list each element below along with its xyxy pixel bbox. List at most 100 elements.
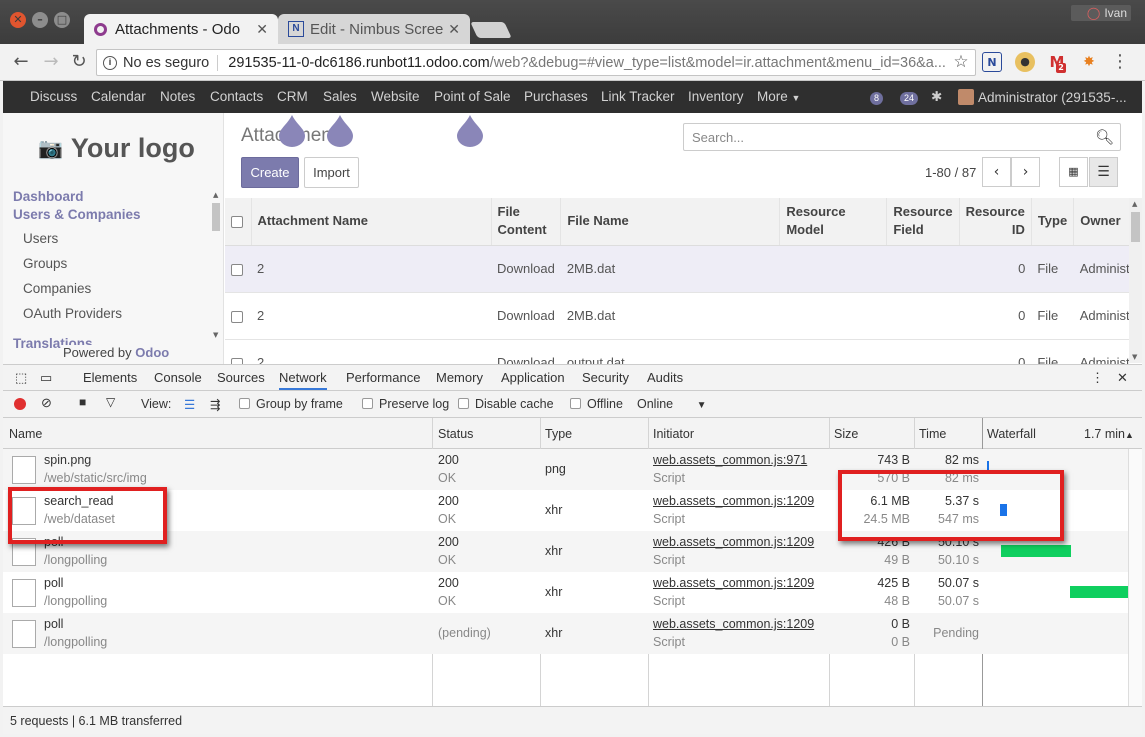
fox-extension-icon[interactable]: ✸ — [1079, 52, 1099, 72]
owl-extension-icon[interactable]: ● — [1015, 52, 1035, 72]
sidebar-item-dashboard[interactable]: Dashboard — [13, 189, 84, 204]
column-name[interactable]: Name — [9, 427, 42, 441]
tab-sources[interactable]: Sources — [217, 370, 265, 385]
profile-button[interactable]: ◯ Ivan — [1071, 5, 1131, 21]
network-row[interactable]: poll /longpolling 200 OK xhr web.assets_… — [3, 572, 1142, 613]
minimize-window-icon[interactable]: – — [32, 12, 48, 28]
table-row[interactable]: 2 Download 2MB.dat 0 File Administ — [225, 292, 1142, 340]
group-by-frame-checkbox[interactable]: Group by frame — [239, 397, 343, 411]
filter-icon[interactable]: ▽ — [106, 395, 115, 409]
activity-icon[interactable]: 8 — [870, 89, 884, 105]
menu-point-of-sale[interactable]: Point of Sale — [434, 89, 511, 104]
security-indicator[interactable]: i No es seguro — [97, 54, 219, 71]
tab-attachments[interactable]: Attachments - Odo ✕ — [84, 14, 278, 44]
waterfall-scale[interactable]: 1.7 min▲ — [1084, 427, 1134, 441]
column-size[interactable]: Size — [834, 427, 858, 441]
record-icon[interactable] — [14, 398, 26, 410]
sidebar-item-groups[interactable]: Groups — [23, 256, 67, 271]
search-icon[interactable]: 🔍︎ — [1095, 128, 1114, 146]
sidebar-scrollbar[interactable]: ▲ ▼ — [211, 191, 221, 341]
gmail-extension-icon[interactable]: M2 — [1047, 52, 1067, 73]
sidebar-item-oauth-providers[interactable]: OAuth Providers — [23, 306, 122, 321]
list-view-button[interactable]: ☰ — [1089, 157, 1118, 187]
chat-icon[interactable]: 24 — [900, 89, 919, 105]
menu-contacts[interactable]: Contacts — [210, 89, 263, 104]
tab-security[interactable]: Security — [582, 370, 629, 385]
tab-network[interactable]: Network — [279, 370, 327, 390]
row-checkbox[interactable] — [225, 292, 251, 340]
column-status[interactable]: Status — [438, 427, 473, 441]
close-window-icon[interactable]: ✕ — [10, 12, 26, 28]
menu-more[interactable]: More ▼ — [757, 89, 800, 104]
table-row[interactable]: 2 Download 2MB.dat 0 File Administ — [225, 245, 1142, 293]
menu-crm[interactable]: CRM — [277, 89, 308, 104]
tab-application[interactable]: Application — [501, 370, 565, 385]
disable-cache-checkbox[interactable]: Disable cache — [458, 397, 554, 411]
table-scrollbar[interactable]: ▲ ▼ — [1129, 198, 1142, 363]
menu-notes[interactable]: Notes — [160, 89, 195, 104]
download-link[interactable]: Download — [491, 339, 561, 364]
column-resource-model[interactable]: Resource Model — [779, 198, 888, 246]
menu-website[interactable]: Website — [371, 89, 420, 104]
offline-checkbox[interactable]: Offline — [570, 397, 623, 411]
menu-kebab-icon[interactable]: ⋮ — [1109, 52, 1131, 72]
menu-inventory[interactable]: Inventory — [688, 89, 744, 104]
forward-arrow-icon[interactable]: → — [40, 52, 62, 72]
pager-value[interactable]: 1-80 / 87 — [925, 159, 976, 187]
network-scrollbar[interactable] — [1128, 449, 1142, 706]
initiator-link[interactable]: web.assets_common.js:1209 — [653, 576, 814, 590]
tab-audits[interactable]: Audits — [647, 370, 683, 385]
row-checkbox[interactable] — [225, 245, 251, 293]
reload-icon[interactable]: ↻ — [68, 52, 90, 72]
clear-icon[interactable]: ⊘ — [41, 395, 52, 411]
inspect-element-icon[interactable]: ⬚ — [15, 370, 27, 386]
bookmark-star-icon[interactable]: ☆ — [950, 52, 972, 72]
column-resource-field[interactable]: Resource Field — [886, 198, 960, 246]
column-file-name[interactable]: File Name — [560, 198, 781, 246]
initiator-link[interactable]: web.assets_common.js:971 — [653, 453, 807, 467]
new-tab-button[interactable] — [470, 22, 512, 38]
select-all-checkbox[interactable] — [225, 198, 252, 246]
create-button[interactable]: Create — [241, 157, 299, 188]
initiator-link[interactable]: web.assets_common.js:1209 — [653, 494, 814, 508]
devtools-close-icon[interactable]: ✕ — [1117, 370, 1128, 386]
devtools-menu-icon[interactable]: ⋮ — [1091, 370, 1104, 386]
capture-screenshots-icon[interactable]: ■ — [79, 395, 86, 409]
search-input[interactable]: Search... 🔍︎ — [683, 123, 1121, 151]
close-tab-icon[interactable]: ✕ — [256, 21, 268, 38]
download-link[interactable]: Download — [491, 245, 561, 293]
download-link[interactable]: Download — [491, 292, 561, 340]
preserve-log-checkbox[interactable]: Preserve log — [362, 397, 449, 411]
device-toolbar-icon[interactable]: ▭ — [40, 370, 52, 386]
column-time[interactable]: Time — [919, 427, 946, 441]
column-waterfall[interactable]: Waterfall — [987, 427, 1036, 441]
throttling-select[interactable]: Online ▼ — [637, 397, 707, 411]
column-type[interactable]: Type — [545, 427, 572, 441]
column-file-content[interactable]: File Content — [491, 198, 562, 246]
column-resource-id[interactable]: Resource ID — [959, 198, 1032, 246]
maximize-window-icon[interactable]: □ — [54, 12, 70, 28]
table-row[interactable]: 2 Download output.dat 0 File Administ — [225, 339, 1142, 364]
column-type[interactable]: Type — [1031, 198, 1075, 246]
close-tab-icon[interactable]: ✕ — [448, 21, 460, 38]
sidebar-item-users-companies[interactable]: Users & Companies — [13, 207, 141, 222]
debug-bug-icon[interactable]: ✱ — [931, 89, 942, 105]
column-initiator[interactable]: Initiator — [653, 427, 694, 441]
user-menu[interactable]: Administrator (291535-... — [958, 89, 1127, 105]
row-checkbox[interactable] — [225, 339, 251, 364]
menu-link-tracker[interactable]: Link Tracker — [601, 89, 675, 104]
address-bar[interactable]: i No es seguro 291535-11-0-dc6186.runbot… — [96, 49, 976, 76]
column-attachment-name[interactable]: Attachment Name — [251, 198, 492, 246]
kanban-view-button[interactable]: ▦ — [1059, 157, 1088, 187]
back-arrow-icon[interactable]: ← — [10, 52, 32, 72]
initiator-link[interactable]: web.assets_common.js:1209 — [653, 617, 814, 631]
large-rows-icon[interactable]: ☰ — [184, 397, 195, 412]
menu-discuss[interactable]: Discuss — [30, 89, 77, 104]
menu-purchases[interactable]: Purchases — [524, 89, 588, 104]
sidebar-item-users[interactable]: Users — [23, 231, 58, 246]
pager-previous-button[interactable]: ‹ — [982, 157, 1011, 187]
menu-sales[interactable]: Sales — [323, 89, 357, 104]
tab-memory[interactable]: Memory — [436, 370, 483, 385]
pager-next-button[interactable]: › — [1011, 157, 1040, 187]
tab-console[interactable]: Console — [154, 370, 202, 385]
